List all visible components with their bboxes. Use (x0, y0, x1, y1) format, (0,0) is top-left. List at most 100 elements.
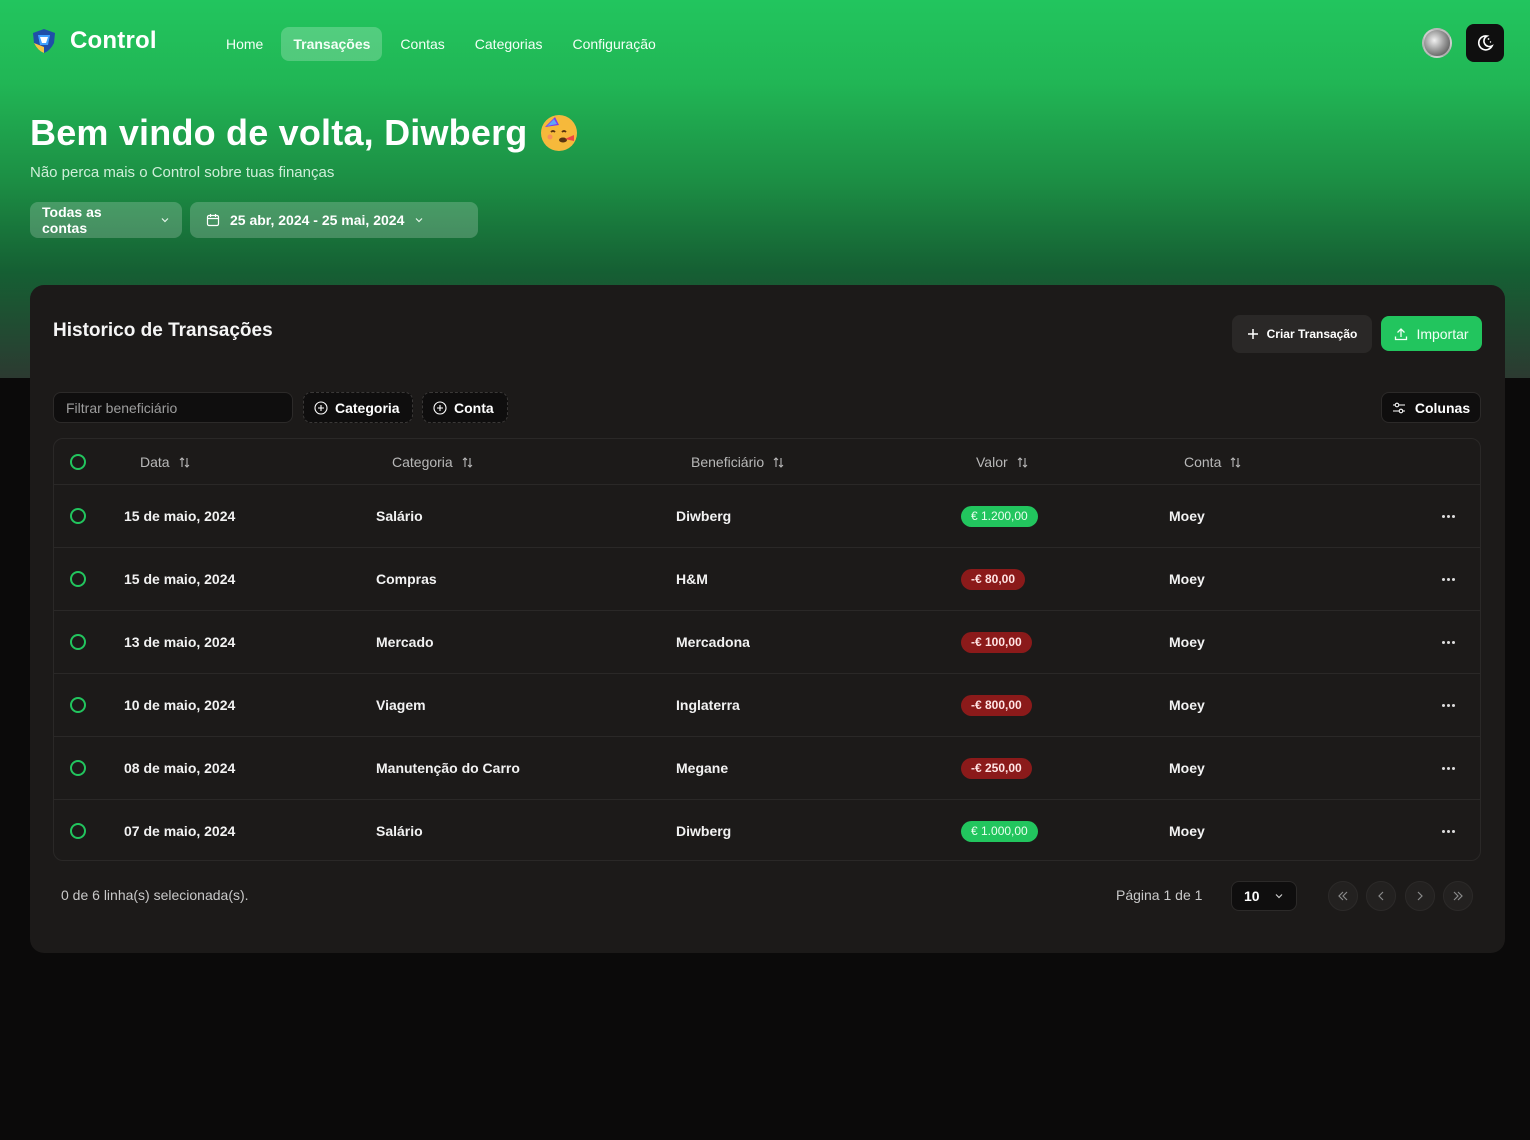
account-facet-label: Conta (454, 399, 494, 416)
column-header-label: Beneficiário (691, 454, 765, 470)
column-header-valor[interactable]: Valor (976, 439, 1029, 485)
cell-date: 13 de maio, 2024 (124, 634, 236, 650)
table-row[interactable]: 15 de maio, 2024 Salário Diwberg € 1.200… (54, 485, 1480, 548)
row-checkbox[interactable] (70, 760, 86, 776)
cell-payee: Inglaterra (676, 697, 740, 713)
create-transaction-label: Criar Transação (1266, 327, 1358, 341)
page-size-value: 10 (1244, 888, 1260, 904)
cell-category: Viagem (376, 697, 426, 713)
chevron-right-icon (1417, 891, 1423, 901)
cell-category: Compras (376, 571, 437, 587)
category-facet-label: Categoria (335, 399, 400, 416)
page-indicator: Página 1 de 1 (1116, 887, 1203, 903)
row-checkbox[interactable] (70, 508, 86, 524)
transactions-table: Data Categoria Beneficiário Valor Conta (53, 438, 1481, 861)
accounts-select-label: Todas as contas (42, 204, 102, 236)
row-checkbox[interactable] (70, 697, 86, 713)
cell-payee: Mercadona (676, 634, 750, 650)
amount-badge: € 1.000,00 (961, 820, 1038, 842)
cell-date: 07 de maio, 2024 (124, 823, 236, 839)
column-header-label: Valor (976, 454, 1008, 470)
row-checkbox[interactable] (70, 823, 86, 839)
table-row[interactable]: 08 de maio, 2024 Manutenção do Carro Meg… (54, 737, 1480, 800)
cell-payee: H&M (676, 571, 708, 587)
create-transaction-button[interactable]: Criar Transação (1232, 315, 1372, 353)
chevron-down-icon (161, 218, 169, 223)
cell-category: Salário (376, 823, 423, 839)
next-page-button[interactable] (1405, 881, 1435, 911)
nav-contas[interactable]: Contas (388, 27, 456, 61)
select-all-checkbox[interactable] (70, 454, 86, 470)
welcome-heading: Bem vindo de volta, Diwberg (30, 112, 578, 154)
table-row[interactable]: 07 de maio, 2024 Salário Diwberg € 1.000… (54, 800, 1480, 860)
sort-icon (1017, 456, 1028, 468)
table-row[interactable]: 10 de maio, 2024 Viagem Inglaterra -€ 80… (54, 674, 1480, 737)
table-row[interactable]: 15 de maio, 2024 Compras H&M -€ 80,00 Mo… (54, 548, 1480, 611)
calendar-icon (206, 214, 220, 227)
cell-date: 10 de maio, 2024 (124, 697, 236, 713)
column-header-categoria[interactable]: Categoria (392, 439, 474, 485)
sort-icon (1230, 456, 1241, 468)
columns-button[interactable]: Colunas (1381, 392, 1481, 423)
chevron-left-icon (1378, 891, 1384, 901)
chevrons-right-icon (1453, 891, 1463, 901)
moon-icon (1477, 35, 1494, 51)
table-header: Data Categoria Beneficiário Valor Conta (54, 439, 1480, 485)
card-title: Historico de Transações (53, 320, 273, 341)
amount-badge: -€ 250,00 (961, 757, 1032, 779)
cell-category: Manutenção do Carro (376, 760, 520, 776)
column-header-data[interactable]: Data (140, 439, 191, 485)
transactions-card: Historico de Transações Criar Transação … (30, 285, 1505, 953)
date-range-picker[interactable]: 25 abr, 2024 - 25 mai, 2024 (190, 202, 478, 238)
accounts-select[interactable]: Todas as contas (30, 202, 182, 238)
cell-date: 08 de maio, 2024 (124, 760, 236, 776)
partying-face-emoji (541, 115, 578, 151)
page-size-select[interactable]: 10 (1231, 881, 1297, 911)
row-actions-icon[interactable] (1440, 634, 1456, 650)
sort-icon (179, 456, 189, 468)
top-navbar: Control Home Transações Contas Categoria… (0, 0, 1530, 88)
account-facet-button[interactable]: Conta (422, 392, 508, 423)
nav-configuracao[interactable]: Configuração (560, 27, 667, 61)
plus-circle-icon (314, 400, 328, 415)
welcome-title: Bem vindo de volta, Diwberg (30, 112, 528, 153)
chevron-down-icon (1275, 894, 1283, 899)
sliders-icon (1392, 402, 1405, 413)
category-facet-button[interactable]: Categoria (303, 392, 413, 423)
payee-filter-input[interactable] (53, 392, 293, 423)
column-header-beneficiario[interactable]: Beneficiário (691, 439, 785, 485)
cell-account: Moey (1169, 634, 1205, 650)
control-logo-icon (30, 27, 58, 55)
sort-icon (462, 456, 473, 468)
row-actions-icon[interactable] (1440, 697, 1456, 713)
column-header-conta[interactable]: Conta (1184, 439, 1242, 485)
theme-toggle-button[interactable] (1466, 24, 1504, 62)
row-checkbox[interactable] (70, 571, 86, 587)
column-header-label: Data (140, 454, 170, 470)
import-button[interactable]: Importar (1381, 316, 1482, 351)
brand-name: Control (70, 27, 157, 54)
nav-home[interactable]: Home (214, 27, 275, 61)
cell-account: Moey (1169, 823, 1205, 839)
user-avatar[interactable] (1422, 28, 1452, 58)
brand[interactable]: Control (30, 27, 157, 55)
row-actions-icon[interactable] (1440, 760, 1456, 776)
row-actions-icon[interactable] (1440, 823, 1456, 839)
amount-badge: -€ 100,00 (961, 631, 1032, 653)
first-page-button[interactable] (1328, 881, 1358, 911)
cell-account: Moey (1169, 508, 1205, 524)
row-actions-icon[interactable] (1440, 508, 1456, 524)
sort-icon (773, 456, 784, 468)
nav-transacoes[interactable]: Transações (281, 27, 383, 61)
chevron-down-icon (415, 218, 423, 223)
row-checkbox[interactable] (70, 634, 86, 650)
selection-count: 0 de 6 linha(s) selecionada(s). (61, 887, 249, 903)
last-page-button[interactable] (1443, 881, 1473, 911)
previous-page-button[interactable] (1366, 881, 1396, 911)
cell-category: Mercado (376, 634, 434, 650)
nav-categorias[interactable]: Categorias (463, 27, 555, 61)
plus-circle-icon (433, 400, 447, 415)
columns-label: Colunas (1414, 399, 1471, 416)
table-row[interactable]: 13 de maio, 2024 Mercado Mercadona -€ 10… (54, 611, 1480, 674)
row-actions-icon[interactable] (1440, 571, 1456, 587)
